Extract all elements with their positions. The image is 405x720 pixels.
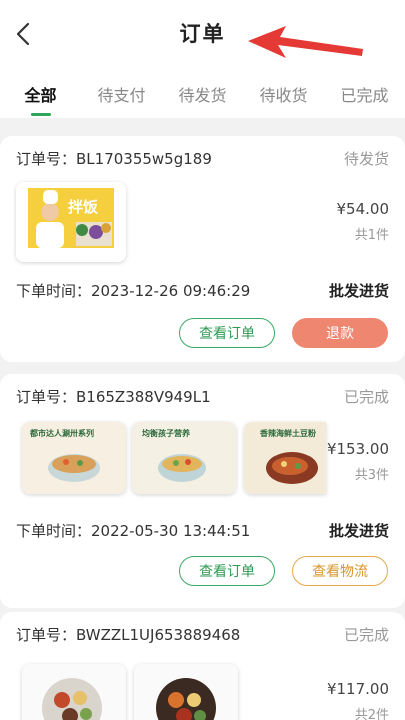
tab-all[interactable]: 全部 <box>0 64 81 118</box>
order-status: 待发货 <box>343 149 389 168</box>
product-image: 均衡孩子营养 <box>132 422 236 494</box>
order-number: 订单号：BWZZL1UJ653889468 <box>16 625 241 644</box>
order-meta: 下单时间：2022-05-30 13:44:51 批发进货 <box>16 518 389 542</box>
order-meta: 下单时间：2023-12-26 09:46:29 批发进货 <box>16 278 389 302</box>
refund-button[interactable]: 退款 <box>292 318 388 348</box>
product-thumbnail[interactable]: 都市达人涮卅系列 <box>22 422 126 494</box>
price-info: ¥54.00 共1件 <box>337 200 390 243</box>
product-image-text: 都市达人涮卅系列 <box>29 428 94 438</box>
item-count: 共1件 <box>354 228 389 243</box>
tab-pending-shipment[interactable]: 待发货 <box>162 64 243 118</box>
header: 订单 <box>0 0 405 64</box>
tab-pending-receipt[interactable]: 待收货 <box>243 64 324 118</box>
product-image <box>134 664 238 720</box>
product-image-text: 拌饭 <box>68 198 98 216</box>
order-card[interactable]: 订单号：BL170355w5g189 待发货 拌饭 ¥54.00 共1件 下单时… <box>0 136 405 362</box>
tab-completed[interactable]: 已完成 <box>324 64 405 118</box>
product-image: 拌饭 <box>16 182 126 262</box>
order-price: ¥117.00 <box>326 680 389 698</box>
product-thumbnail[interactable] <box>134 664 238 720</box>
order-number: 订单号：B165Z388V949L1 <box>16 387 211 406</box>
order-time: 下单时间：2023-12-26 09:46:29 <box>16 281 251 300</box>
red-arrow-annotation <box>248 26 363 58</box>
product-thumbnail[interactable]: 均衡孩子营养 <box>132 422 236 494</box>
order-number: 订单号：BL170355w5g189 <box>16 149 212 168</box>
order-type: 批发进货 <box>328 521 389 540</box>
order-header: 订单号：B165Z388V949L1 已完成 <box>16 384 389 408</box>
order-tabs: 全部 待支付 待发货 待收货 已完成 <box>0 64 405 118</box>
product-image: 香辣海鲜土豆粉 <box>244 422 326 494</box>
order-card[interactable]: 订单号：BWZZL1UJ653889468 已完成 ¥117.00 共2件 <box>0 612 405 720</box>
product-image: 都市达人涮卅系列 <box>22 422 126 494</box>
view-order-button[interactable]: 查看订单 <box>179 556 275 586</box>
price-info: ¥117.00 共2件 <box>327 680 389 720</box>
price-info: ¥153.00 共3件 <box>327 440 389 483</box>
view-order-button[interactable]: 查看订单 <box>179 318 275 348</box>
view-logistics-button[interactable]: 查看物流 <box>292 556 388 586</box>
product-thumbnail[interactable]: 香辣海鲜土豆粉 <box>244 422 326 494</box>
order-status: 已完成 <box>343 625 389 644</box>
order-header: 订单号：BWZZL1UJ653889468 已完成 <box>16 622 389 646</box>
order-header: 订单号：BL170355w5g189 待发货 <box>16 146 389 170</box>
product-thumbnail[interactable]: 拌饭 <box>16 182 126 262</box>
product-image <box>22 664 126 720</box>
order-card[interactable]: 订单号：B165Z388V949L1 已完成 都市达人涮卅系列 均衡孩子营养 香… <box>0 374 405 608</box>
order-time: 下单时间：2022-05-30 13:44:51 <box>16 521 251 540</box>
item-count: 共2件 <box>354 708 389 720</box>
item-count: 共3件 <box>354 468 389 483</box>
order-status: 已完成 <box>343 387 389 406</box>
order-price: ¥54.00 <box>336 200 390 218</box>
product-image-text: 香辣海鲜土豆粉 <box>259 428 316 438</box>
tab-pending-payment[interactable]: 待支付 <box>81 64 162 118</box>
order-price: ¥153.00 <box>326 440 389 458</box>
order-type: 批发进货 <box>328 281 389 300</box>
product-thumbnail[interactable] <box>22 664 126 720</box>
product-image-text: 均衡孩子营养 <box>142 428 190 438</box>
